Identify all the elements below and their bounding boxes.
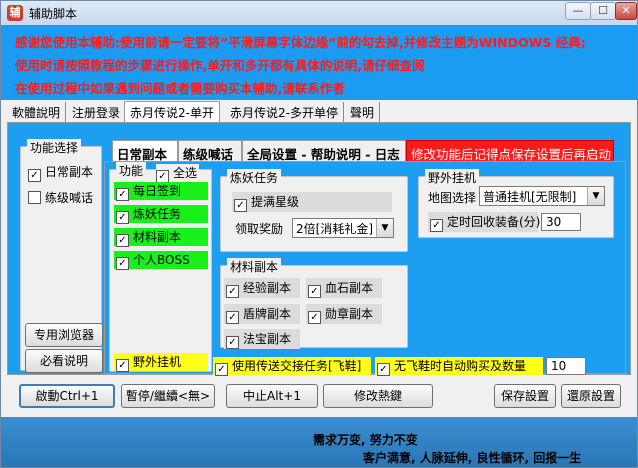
notice-banner: 感谢您使用本辅助:使用前请一定要将”平滑屏幕字体边缘”前的勾去掉,并修改主题为W… — [1, 25, 637, 100]
checkbox-checked-icon: ✓ — [116, 211, 129, 224]
teleport-task-label: 使用传送交接任务[飞鞋] — [232, 359, 362, 373]
checkbox-checked-icon: ✓ — [308, 311, 321, 324]
material-instance-checkbox[interactable]: ✓ 材料副本 — [114, 228, 208, 247]
tab-register-login[interactable]: 注册登录 — [67, 102, 127, 122]
upgrade-star-checkbox[interactable]: ✓ 提满星级 — [232, 192, 392, 212]
checkbox-checked-icon: ✓ — [116, 234, 129, 247]
checkbox-checked-icon: ✓ — [116, 257, 129, 270]
map-select[interactable]: 普通挂机[无限制] ▼ — [479, 186, 605, 206]
exp-instance-checkbox[interactable]: ✓ 经验副本 — [224, 278, 300, 298]
chevron-down-icon: ▼ — [376, 219, 393, 237]
minimize-button[interactable]: — — [565, 2, 591, 20]
medal-instance-checkbox[interactable]: ✓ 勋章副本 — [306, 304, 382, 324]
close-button[interactable]: ✕ — [615, 2, 637, 20]
practice-chat-checkbox[interactable]: 练级喊话 — [28, 189, 93, 206]
treasure-instance-label: 法宝副本 — [243, 332, 292, 346]
checkbox-checked-icon: ✓ — [116, 188, 129, 201]
exp-instance-label: 经验副本 — [243, 281, 292, 295]
browser-button[interactable]: 专用浏览器 — [25, 323, 103, 347]
auto-buy-label: 无飞鞋时自动购买及数量 — [394, 359, 527, 373]
footer-line-2: 客户满意, 人脉延伸, 良性循环, 回报一生 — [363, 451, 582, 465]
bloodstone-instance-checkbox[interactable]: ✓ 血石副本 — [306, 278, 382, 298]
field-hangup-checkbox[interactable]: ✓ 野外挂机 — [114, 353, 208, 372]
demon-task-label: 炼妖任务 — [133, 207, 182, 221]
timed-recycle-checkbox[interactable]: ✓ 定时回收装备(分) — [428, 212, 541, 232]
daily-instance-label: 日常副本 — [45, 165, 94, 179]
field-hangup-label: 野外挂机 — [133, 355, 182, 369]
notice-line-1: 感谢您使用本辅助:使用前请一定要将”平滑屏幕字体边缘”前的勾去掉,并修改主题为W… — [15, 35, 586, 50]
map-select-value: 普通挂机[无限制] — [483, 190, 577, 204]
checkbox-checked-icon: ✓ — [226, 285, 239, 298]
tab-global-settings[interactable]: 全局设置 - 帮助说明 - 日志 — [242, 140, 406, 162]
material-group-title: 材料副本 — [227, 258, 282, 275]
function-select-title: 功能选择 — [27, 139, 82, 156]
checkbox-checked-icon: ✓ — [226, 311, 239, 324]
personal-boss-label: 个人BOSS — [133, 253, 190, 267]
guide-button[interactable]: 必看说明 — [25, 349, 103, 373]
daily-instance-checkbox[interactable]: ✓ 日常副本 — [28, 163, 94, 182]
field-hangup-group-title: 野外挂机 — [425, 169, 480, 186]
window-title: 辅助脚本 — [29, 7, 78, 21]
tab-multi-open[interactable]: 赤月传说2-多开单停 — [225, 102, 344, 122]
restore-settings-button[interactable]: 還原設置 — [561, 384, 621, 408]
tab-single-open[interactable]: 赤月传说2-单开 — [124, 101, 220, 123]
checkbox-checked-icon: ✓ — [308, 285, 321, 298]
demon-task-checkbox[interactable]: ✓ 炼妖任务 — [114, 205, 208, 224]
title-bar[interactable]: 辅 辅助脚本 — ☐ ✕ — [1, 1, 637, 25]
checkbox-checked-icon: ✓ — [234, 199, 247, 212]
upgrade-star-label: 提满星级 — [251, 195, 300, 209]
shield-instance-checkbox[interactable]: ✓ 盾牌副本 — [224, 304, 300, 324]
recycle-minutes-input[interactable]: 30 — [541, 213, 581, 231]
buy-quantity-input[interactable]: 10 — [546, 357, 586, 375]
treasure-instance-checkbox[interactable]: ✓ 法宝副本 — [224, 329, 300, 349]
demon-task-group-title: 炼妖任务 — [227, 169, 282, 186]
footer-banner: 需求万变, 努力不变 客户满意, 人脉延伸, 良性循环, 回报一生 — [1, 417, 637, 467]
daily-signin-checkbox[interactable]: ✓ 每日签到 — [114, 182, 208, 201]
hotkey-button[interactable]: 修改熱鍵 — [323, 384, 433, 408]
material-instance-label: 材料副本 — [133, 230, 182, 244]
pause-button[interactable]: 暫停/繼續<無> — [121, 384, 215, 408]
notice-line-3: 在使用过程中如果遇到问题或者需要购买本辅助,请联系作者 — [15, 81, 345, 96]
map-select-label: 地图选择 — [428, 191, 477, 205]
stop-button[interactable]: 中止Alt+1 — [226, 384, 318, 408]
practice-chat-label: 练级喊话 — [45, 191, 94, 205]
teleport-task-checkbox[interactable]: ✓ 使用传送交接任务[飞鞋] — [213, 357, 371, 376]
checkbox-checked-icon: ✓ — [28, 169, 41, 182]
checkbox-checked-icon: ✓ — [226, 336, 239, 349]
start-button[interactable]: 啟動Ctrl+1 — [19, 384, 115, 408]
notice-line-2: 使用时请按照教程的步骤进行操作,单开和多开都有具体的说明,请仔细查阅 — [15, 58, 425, 73]
select-all-checkbox[interactable]: ✓ 全选 — [156, 164, 200, 183]
demon-task-group: 炼妖任务 — [220, 169, 408, 252]
daily-signin-label: 每日签到 — [133, 184, 182, 198]
reward-select-value: 2倍[消耗礼金] — [296, 222, 373, 236]
personal-boss-checkbox[interactable]: ✓ 个人BOSS — [114, 251, 208, 270]
select-all-label: 全选 — [173, 166, 198, 180]
chevron-down-icon: ▼ — [587, 187, 604, 205]
tab-daily-instance[interactable]: 日常副本 — [112, 140, 178, 162]
checkbox-checked-icon: ✓ — [430, 219, 443, 232]
checkbox-checked-icon: ✓ — [215, 363, 228, 376]
shield-instance-label: 盾牌副本 — [243, 307, 292, 321]
tab-statement[interactable]: 聲明 — [345, 102, 381, 122]
tab-practice-chat[interactable]: 练级喊话 — [178, 140, 242, 162]
checkbox-checked-icon: ✓ — [377, 363, 390, 376]
bloodstone-instance-label: 血石副本 — [325, 281, 374, 295]
reward-label: 领取奖励 — [235, 222, 284, 236]
auto-buy-checkbox[interactable]: ✓ 无飞鞋时自动购买及数量 — [375, 357, 543, 376]
reward-select[interactable]: 2倍[消耗礼金] ▼ — [292, 218, 394, 238]
save-reminder-banner: 修改功能后记得点保存设置后再启动 — [406, 140, 614, 162]
function-group-title: 功能 — [116, 162, 147, 179]
tab-software-info[interactable]: 軟體說明 — [7, 102, 67, 122]
save-settings-button[interactable]: 保存設置 — [494, 384, 556, 408]
checkbox-empty-icon — [28, 191, 41, 204]
app-icon: 辅 — [7, 5, 23, 21]
maximize-button[interactable]: ☐ — [590, 2, 616, 20]
medal-instance-label: 勋章副本 — [325, 307, 374, 321]
checkbox-checked-icon: ✓ — [116, 359, 129, 372]
timed-recycle-label: 定时回收装备(分) — [447, 215, 541, 229]
app-window: 辅 辅助脚本 — ☐ ✕ 感谢您使用本辅助:使用前请一定要将”平滑屏幕字体边缘”… — [0, 0, 638, 468]
footer-line-1: 需求万变, 努力不变 — [313, 433, 418, 447]
